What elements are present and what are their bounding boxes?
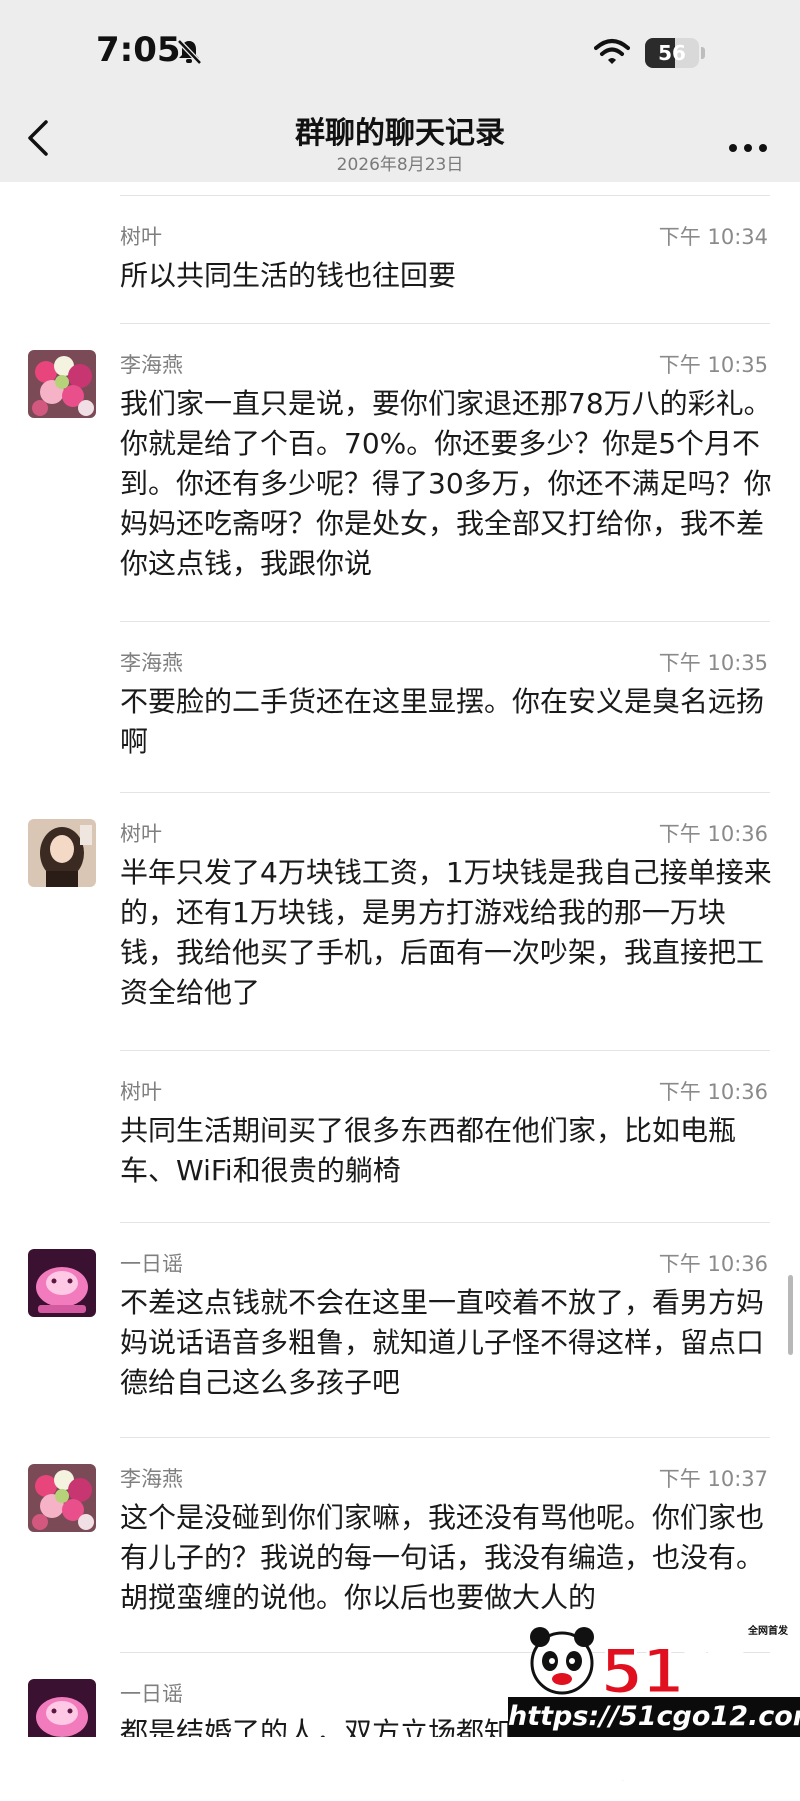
- message-item: 李海燕 下午 10:35 我们家一直只是说，要你们家退还那78万八的彩礼。你就是…: [0, 323, 800, 621]
- message-time: 下午 10:36: [658, 1252, 768, 1276]
- message-sender: 一日谣: [120, 1682, 183, 1706]
- battery-tip: [701, 47, 705, 59]
- message-sender: 树叶: [120, 1080, 162, 1104]
- message-item: 李海燕 下午 10:35 不要脸的二手货还在这里显摆。你在安义是臭名远扬啊: [0, 621, 800, 792]
- avatar-flowers[interactable]: [28, 350, 96, 418]
- message-divider: [120, 1222, 770, 1223]
- message-time: 下午 10:35: [658, 651, 768, 675]
- status-time: 7:05: [96, 30, 181, 70]
- message-sender: 一日谣: [120, 1252, 183, 1276]
- scrollbar[interactable]: [788, 1275, 793, 1355]
- message-time: 下午 10:35: [658, 353, 768, 377]
- more-options-icon[interactable]: [728, 138, 768, 157]
- page-subtitle-date: 2026年8月23日: [336, 155, 464, 175]
- message-divider: [120, 1050, 770, 1051]
- message-time: 下午 10:36: [658, 822, 768, 846]
- message-divider: [120, 195, 770, 196]
- message-sender: 李海燕: [120, 1467, 183, 1491]
- message-divider: [120, 1437, 770, 1438]
- message-text: 半年只发了4万块钱工资，1万块钱是我自己接单接来的，还有1万块钱，是男方打游戏给…: [120, 856, 772, 1009]
- panda-mascot-icon: [526, 1617, 598, 1703]
- watermark: 51吃瓜 全网首发 https://51cgo12.com: [508, 1615, 800, 1800]
- message-item: 树叶 下午 10:36 共同生活期间买了很多东西都在他们家，比如电瓶车、WiFi…: [0, 1050, 800, 1222]
- message-text: 共同生活期间买了很多东西都在他们家，比如电瓶车、WiFi和很贵的躺椅: [120, 1114, 737, 1187]
- message-divider: [120, 792, 770, 793]
- message-time: 下午 10:37: [658, 1467, 768, 1491]
- watermark-url: https://51cgo12.com: [508, 1697, 800, 1737]
- avatar-pink[interactable]: [28, 1679, 96, 1737]
- message-sender: 李海燕: [120, 651, 183, 675]
- message-divider: [120, 621, 770, 622]
- message-item: 一日谣 下午 10:36 不差这点钱就不会在这里一直咬着不放了，看男方妈妈说话语…: [0, 1222, 800, 1437]
- bell-slash-icon: [175, 38, 203, 70]
- avatar-flowers[interactable]: [28, 1464, 96, 1532]
- watermark-tag: 全网首发: [746, 1621, 790, 1638]
- status-bar: 7:05 56: [0, 0, 800, 100]
- message-divider: [120, 323, 770, 324]
- page-title: 群聊的聊天记录: [295, 116, 505, 151]
- message-text: 不差这点钱就不会在这里一直咬着不放了，看男方妈妈说话语音多粗鲁，就知道儿子怪不得…: [120, 1286, 765, 1399]
- message-time: 下午 10:36: [658, 1080, 768, 1104]
- wifi-icon: [594, 38, 630, 70]
- message-text: 我们家一直只是说，要你们家退还那78万八的彩礼。你就是给了个百。70%。你还要多…: [120, 387, 772, 580]
- message-text: 这个是没碰到你们家嘛，我还没有骂他呢。你们家也有儿子的？我说的每一句话，我没有编…: [120, 1501, 765, 1614]
- avatar-girl[interactable]: [28, 819, 96, 887]
- message-sender: 李海燕: [120, 353, 183, 377]
- message-item: 树叶 下午 10:34 所以共同生活的钱也往回要: [0, 195, 800, 323]
- message-sender: 树叶: [120, 822, 162, 846]
- message-sender: 树叶: [120, 225, 162, 249]
- message-text: 不要脸的二手货还在这里显摆。你在安义是臭名远扬啊: [120, 685, 765, 758]
- message-item: 树叶 下午 10:36 半年只发了4万块钱工资，1万块钱是我自己接单接来的，还有…: [0, 792, 800, 1050]
- avatar-pink[interactable]: [28, 1249, 96, 1317]
- message-time: 下午 10:34: [658, 225, 768, 249]
- battery-indicator: 56: [645, 38, 699, 68]
- battery-level: 56: [658, 41, 686, 65]
- nav-bar: 群聊的聊天记录 2026年8月23日: [0, 100, 800, 182]
- message-text: 所以共同生活的钱也往回要: [120, 259, 457, 292]
